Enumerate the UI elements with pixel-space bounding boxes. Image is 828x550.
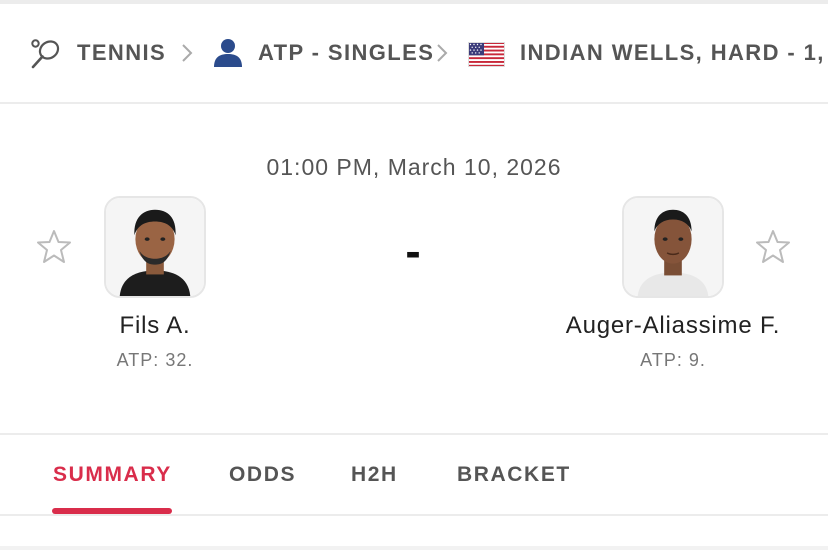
away-player-rank: ATP: 9. [640, 350, 706, 370]
tennis-racket-icon [31, 39, 60, 69]
active-tab-indicator [52, 508, 172, 514]
match-datetime: 01:00 PM, March 10, 2026 [266, 154, 562, 180]
away-player-avatar[interactable] [622, 196, 724, 298]
tab-bracket[interactable]: BRACKET [457, 463, 571, 487]
breadcrumb-category-label: ATP - SINGLES [258, 40, 435, 65]
home-player-avatar[interactable] [104, 196, 206, 298]
breadcrumb-tournament[interactable]: INDIAN WELLS, HARD - 1, [520, 4, 825, 102]
breadcrumb: TENNIS ATP - SINGLES INDIAN WELLS, HARD … [0, 4, 828, 104]
match-score: - [405, 225, 421, 277]
chevron-right-icon [437, 44, 448, 62]
breadcrumb-sport-label: TENNIS [77, 40, 167, 65]
home-player-name[interactable]: Fils A. [55, 312, 255, 340]
chevron-right-icon [182, 44, 193, 62]
usa-flag-icon [468, 42, 505, 67]
bottom-divider [0, 546, 828, 550]
away-player-name[interactable]: Auger-Aliassime F. [553, 312, 793, 340]
match-tabs: SUMMARY ODDS H2H BRACKET [0, 435, 828, 516]
tab-summary[interactable]: SUMMARY [53, 463, 172, 487]
breadcrumb-sport[interactable]: TENNIS [77, 4, 166, 102]
tab-odds[interactable]: ODDS [229, 463, 296, 487]
home-player-rank: ATP: 32. [116, 350, 194, 370]
tab-h2h[interactable]: H2H [351, 463, 398, 487]
match-header: 01:00 PM, March 10, 2026 Fils A. ATP: 32… [0, 104, 828, 435]
breadcrumb-tournament-label: INDIAN WELLS, HARD - 1, [520, 40, 825, 65]
favorite-away-star-icon[interactable] [754, 228, 792, 266]
person-icon [214, 39, 242, 67]
breadcrumb-category[interactable]: ATP - SINGLES [258, 4, 434, 102]
favorite-home-star-icon[interactable] [35, 228, 73, 266]
